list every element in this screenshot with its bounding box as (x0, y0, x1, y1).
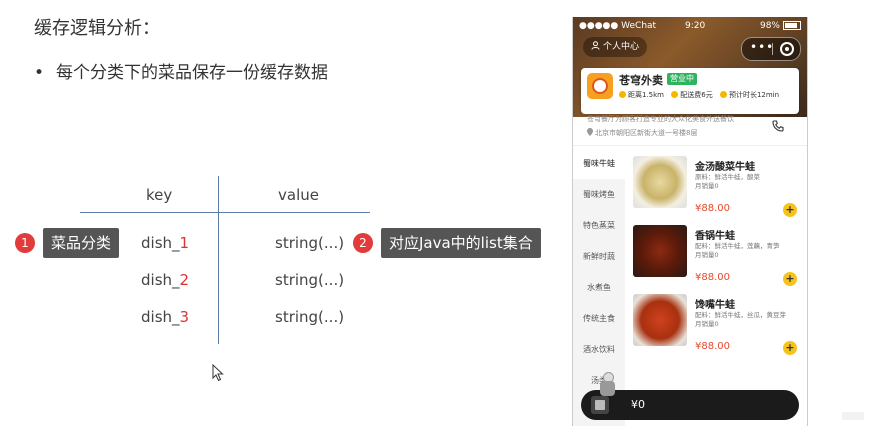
key-prefix: dish_ (141, 234, 180, 252)
close-miniprogram-icon[interactable] (780, 42, 794, 56)
capsule-divider (772, 43, 773, 55)
callout-badge-2: 2 (353, 233, 373, 253)
dish-price: ¥88.00 (695, 341, 730, 352)
add-to-cart-button[interactable]: + (783, 341, 797, 355)
shop-metrics: 距离1.5km 配送费6元 预计时长12min (619, 90, 784, 100)
open-status-badge: 营业中 (667, 73, 697, 85)
dish-ingredients: 配料：鲜活牛蛙，丝瓜，黄豆芽 月销量0 (695, 311, 799, 329)
delivery-fee-text: 配送费6元 (680, 91, 713, 99)
add-to-cart-button[interactable]: + (783, 272, 797, 286)
dish-name: 馋嘴牛蛙 (695, 300, 735, 311)
battery-status: 98% (760, 21, 801, 31)
cart-bag-icon[interactable] (591, 396, 609, 414)
table-row-value: string(...) (275, 271, 345, 289)
dish-ingredients-text: 配料：鲜活牛蛙，莲藕，青笋 (695, 242, 780, 250)
table-horizontal-divider (80, 212, 370, 213)
table-vertical-divider (218, 176, 219, 344)
callout-dish-category: 菜品分类 (43, 228, 120, 258)
table-row-key: dish_3 (141, 308, 189, 326)
category-item[interactable]: 特色蒸菜 (573, 211, 625, 241)
bullet-marker: • (34, 63, 45, 83)
status-bar: ●●●●● WeChat 9:20 98% (579, 21, 801, 35)
clock-icon (719, 91, 727, 98)
user-icon (591, 41, 600, 50)
shop-address: 北京市朝阳区新街大道一号楼8层 (587, 128, 697, 138)
dish-image (633, 225, 687, 277)
clock: 9:20 (685, 21, 706, 31)
carrier: ●●●●● WeChat (579, 21, 657, 31)
key-prefix: dish_ (141, 271, 180, 289)
dish-card[interactable]: 馋嘴牛蛙 配料：鲜活牛蛙，丝瓜，黄豆芽 月销量0 ¥88.00 + (633, 294, 801, 356)
battery-icon (783, 21, 801, 30)
key-prefix: dish_ (141, 308, 180, 326)
dish-image (633, 294, 687, 346)
category-item[interactable]: 水煮鱼 (573, 273, 625, 303)
dish-ingredients: 原料：鲜活牛蛙，酸菜 月销量0 (695, 173, 799, 191)
key-number: 3 (179, 308, 190, 326)
location-pin-icon (587, 128, 593, 136)
distance-icon (619, 91, 626, 98)
distance-text: 距离1.5km (628, 91, 665, 99)
user-center-label: 个人中心 (603, 42, 640, 52)
more-icon[interactable]: ••• (750, 40, 774, 54)
eta-text: 预计时长12min (728, 91, 780, 99)
table-row-key: dish_1 (141, 234, 189, 252)
user-center-button[interactable]: 个人中心 (583, 37, 648, 57)
category-item[interactable]: 蜀味牛蛙 (573, 149, 625, 179)
phone-call-icon[interactable] (772, 120, 784, 136)
shop-logo (587, 73, 613, 99)
dish-sales: 月销量0 (695, 251, 719, 259)
bullet-text: 每个分类下的菜品保存一份缓存数据 (56, 63, 328, 83)
category-item[interactable]: 传统主食 (573, 304, 625, 334)
dish-ingredients: 配料：鲜活牛蛙，莲藕，青笋 月销量0 (695, 242, 799, 260)
key-number: 1 (179, 234, 190, 252)
value-header: value (278, 186, 319, 204)
phone-mockup: ●●●●● WeChat 9:20 98% 个人中心 ••• 苍穹外卖 营业中 … (572, 17, 808, 426)
key-number: 2 (179, 271, 190, 289)
dish-name: 香锅牛蛙 (695, 231, 735, 242)
category-item[interactable]: 新鲜时蔬 (573, 242, 625, 272)
section-divider (573, 145, 807, 146)
shop-description: 苍穹餐厅为顾客打造专业的大众化美食外送餐饮 (587, 115, 734, 123)
dish-sales: 月销量0 (695, 320, 719, 328)
dish-sales: 月销量0 (695, 182, 719, 190)
table-row-key: dish_2 (141, 271, 189, 289)
category-item[interactable]: 酒水饮料 (573, 335, 625, 365)
callout-java-list: 对应Java中的list集合 (381, 228, 541, 258)
key-header: key (146, 186, 173, 204)
delivery-fee-icon (671, 91, 679, 98)
dish-ingredients-text: 配料：鲜活牛蛙，丝瓜，黄豆芽 (695, 311, 786, 319)
dish-card[interactable]: 香锅牛蛙 配料：鲜活牛蛙，莲藕，青笋 月销量0 ¥88.00 + (633, 225, 801, 287)
dish-card[interactable]: 金汤酸菜牛蛙 原料：鲜活牛蛙，酸菜 月销量0 ¥88.00 + (633, 156, 801, 218)
dish-price: ¥88.00 (695, 272, 730, 283)
add-to-cart-button[interactable]: + (783, 203, 797, 217)
battery-percent: 98% (759, 21, 780, 31)
table-row-value: string(...) (275, 308, 345, 326)
mouse-cursor-icon (212, 364, 224, 382)
bullet-point: • 每个分类下的菜品保存一份缓存数据 (34, 58, 328, 83)
dish-price: ¥88.00 (695, 203, 730, 214)
category-item[interactable]: 蜀味烤鱼 (573, 180, 625, 210)
callout-badge-1: 1 (15, 233, 35, 253)
slide-title: 缓存逻辑分析： (34, 18, 160, 39)
dish-ingredients-text: 原料：鲜活牛蛙，酸菜 (695, 173, 760, 181)
watermark (842, 412, 864, 420)
dish-name: 金汤酸菜牛蛙 (695, 162, 755, 173)
shop-address-text: 北京市朝阳区新街大道一号楼8层 (595, 129, 698, 137)
table-row-value: string(...) (275, 234, 345, 252)
miniprogram-capsule[interactable]: ••• (741, 37, 801, 61)
mascot-figure-icon (597, 372, 619, 398)
dish-image (633, 156, 687, 208)
shop-name: 苍穹外卖 (619, 74, 663, 87)
shop-info-card: 苍穹外卖 营业中 距离1.5km 配送费6元 预计时长12min (581, 68, 799, 114)
cart-total: ¥0 (631, 398, 645, 411)
